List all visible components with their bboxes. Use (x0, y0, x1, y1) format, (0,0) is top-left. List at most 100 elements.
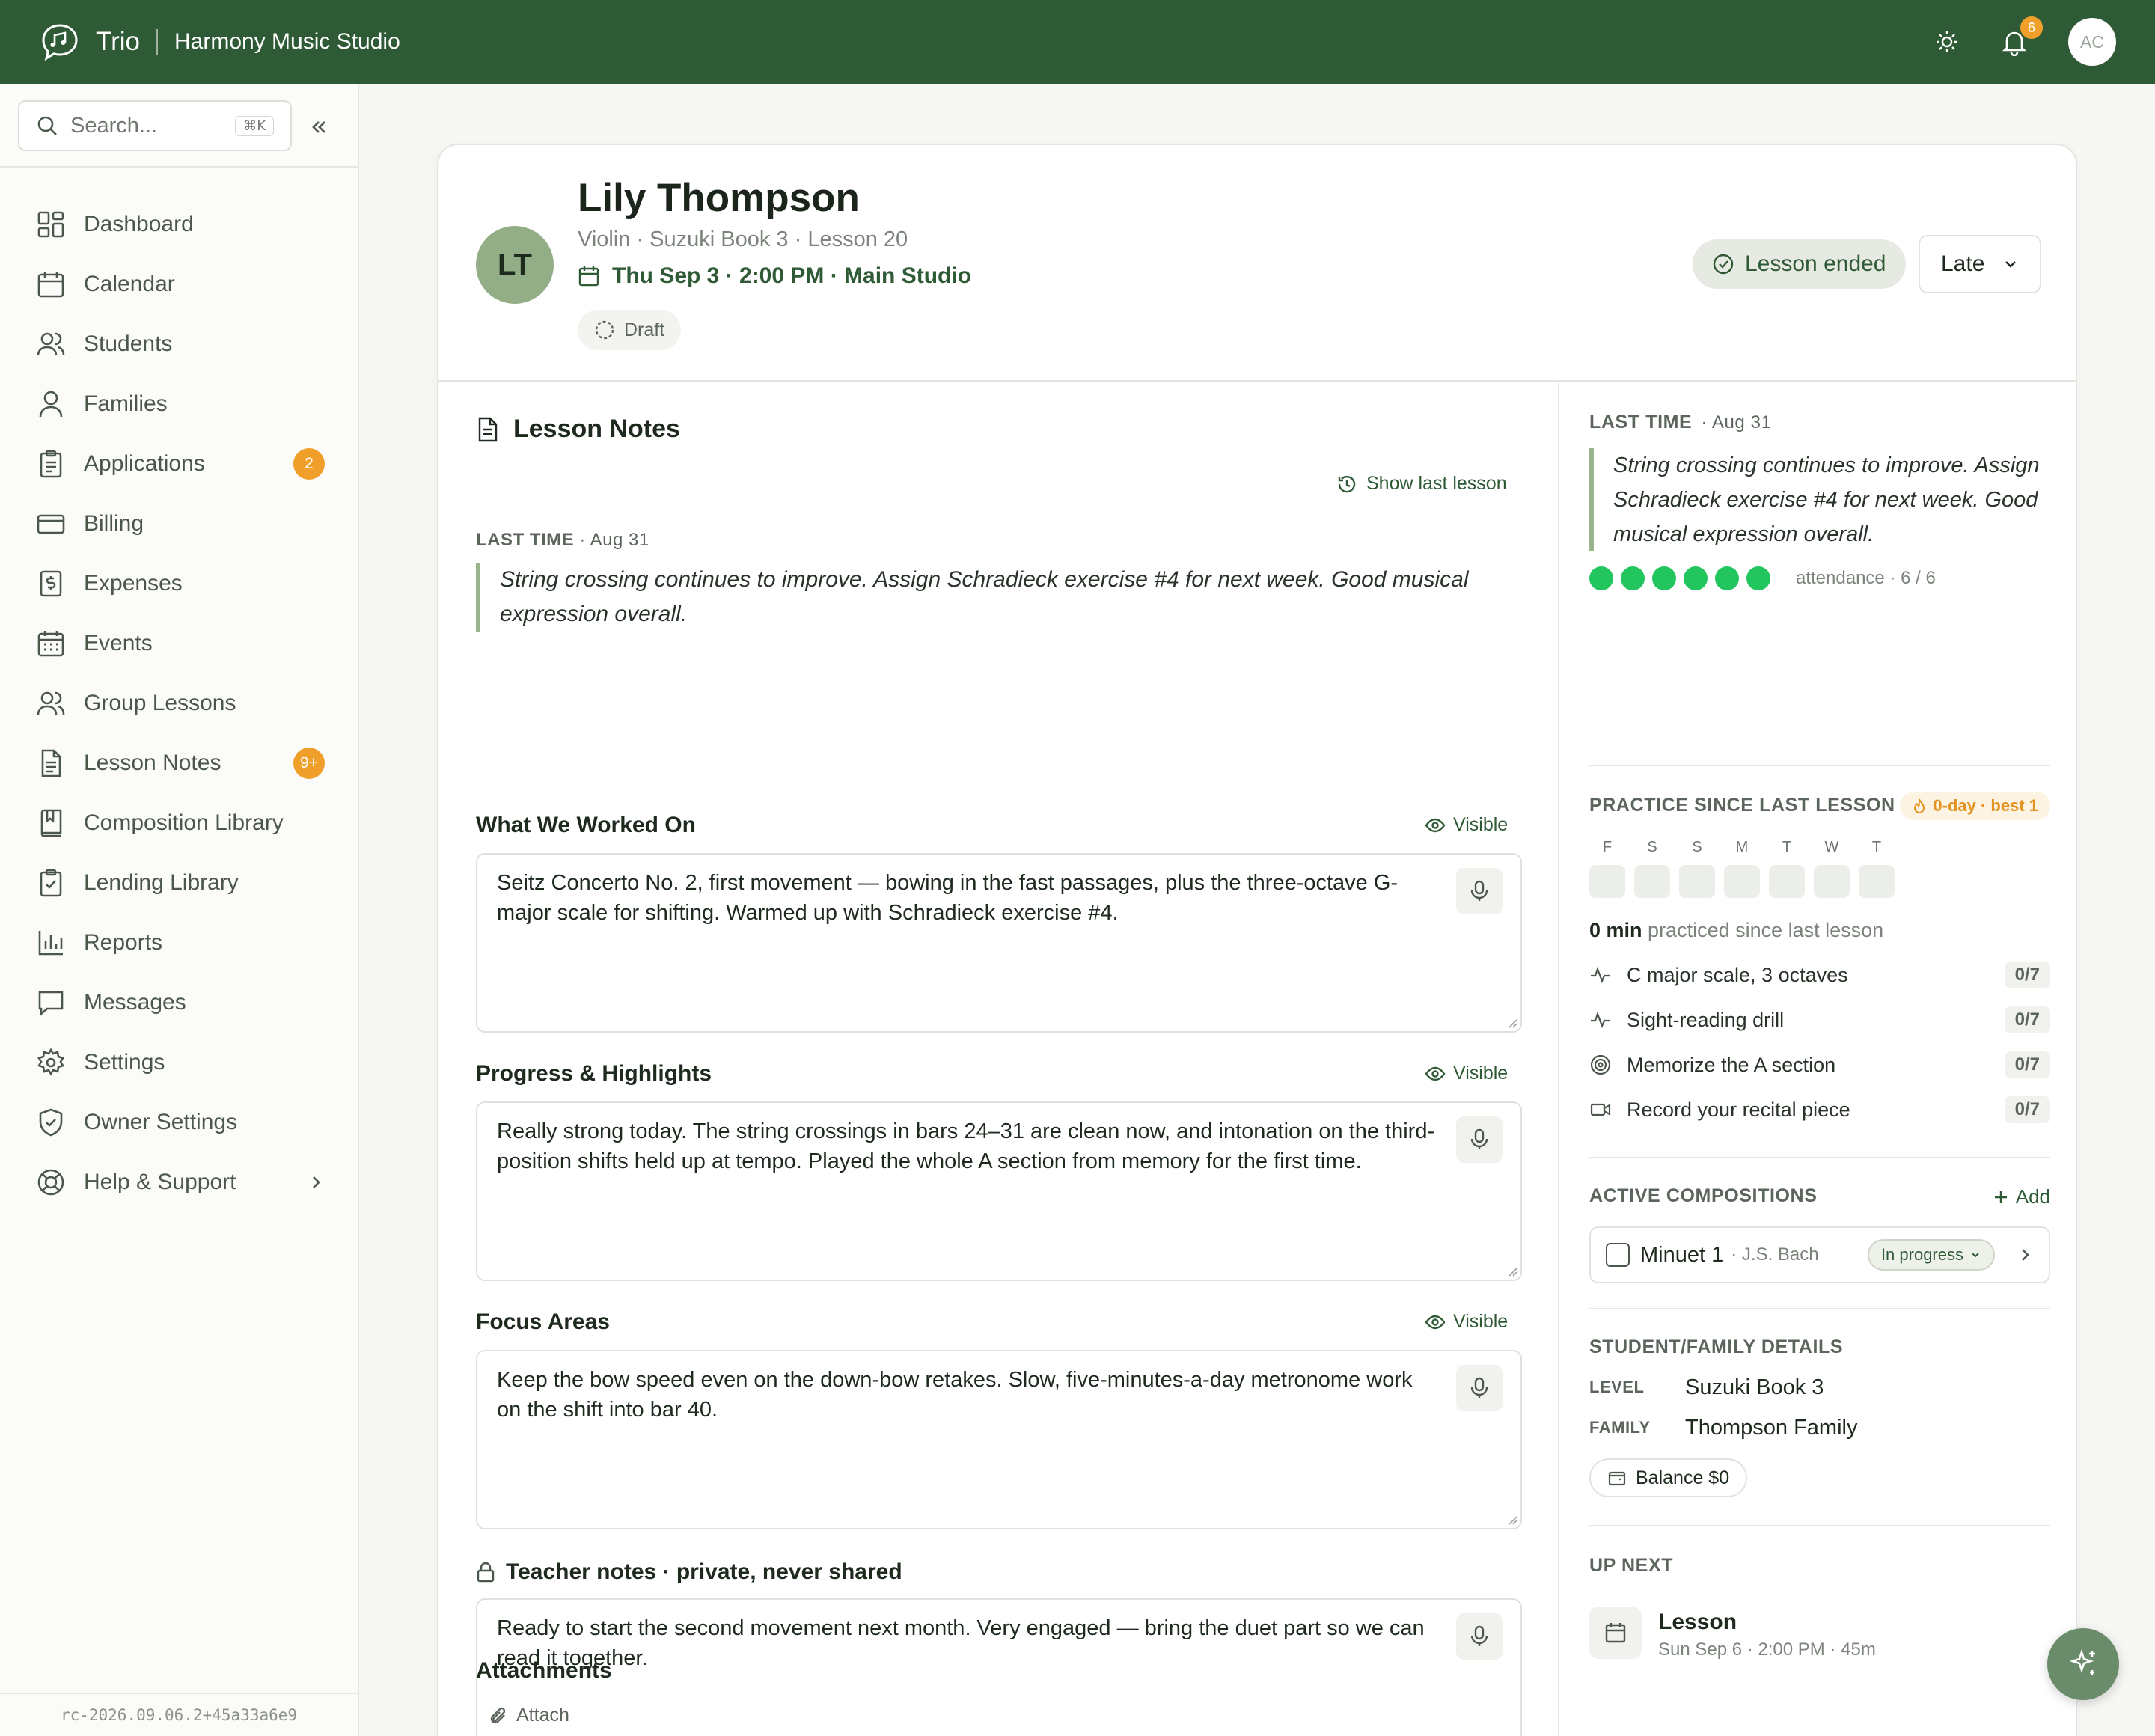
microphone-icon[interactable] (1456, 1116, 1503, 1163)
assignment-row[interactable]: Memorize the A section 0/7 (1589, 1042, 2050, 1087)
sidebar-item-group-lessons[interactable]: Group Lessons (0, 673, 358, 733)
studio-name[interactable]: Harmony Music Studio (174, 29, 400, 55)
lesson-notes-title: Lesson Notes (513, 415, 680, 443)
what-we-worked-on-textarea[interactable]: Seitz Concerto No. 2, first movement — b… (476, 853, 1522, 1033)
assignment-label: Sight-reading drill (1627, 1008, 1785, 1031)
ai-assistant-button[interactable] (2047, 1628, 2119, 1700)
sidebar-item-dashboard[interactable]: Dashboard (0, 195, 358, 254)
sidebar-item-composition-library[interactable]: Composition Library (0, 793, 358, 853)
composition-checkbox[interactable] (1606, 1243, 1630, 1267)
clipboard-check-icon (40, 869, 62, 897)
day-letter: T (1782, 839, 1792, 855)
activity-icon (1591, 1011, 1610, 1028)
last-time-heading: LAST TIME (476, 530, 575, 550)
paperclip-icon (490, 1707, 506, 1723)
focus-areas-textarea[interactable]: Keep the bow speed even on the down-bow … (476, 1350, 1522, 1529)
attendance-dot (1652, 566, 1676, 590)
sidebar-item-label: Lesson Notes (84, 751, 221, 775)
active-compositions-heading: ACTIVE COMPOSITIONS (1589, 1185, 1818, 1206)
trio-logo-icon[interactable] (39, 21, 81, 63)
user-avatar[interactable]: AC (2068, 18, 2116, 66)
search-icon (37, 116, 57, 135)
brand-name[interactable]: Trio (96, 27, 140, 57)
users-icon (37, 332, 65, 356)
sidebar-item-lending-library[interactable]: Lending Library (0, 853, 358, 913)
sidebar-item-label: Settings (84, 1050, 165, 1075)
show-last-lesson-button[interactable]: Show last lesson (1336, 473, 1507, 495)
chevron-right-icon[interactable] (2016, 1246, 2034, 1264)
visible-toggle[interactable]: Visible (1425, 814, 1508, 836)
assignment-count: 0/7 (2004, 962, 2050, 988)
up-next-heading: UP NEXT (1589, 1555, 1674, 1576)
calendar-icon (37, 272, 64, 298)
draft-label: Draft (624, 319, 665, 340)
sidebar-item-calendar[interactable]: Calendar (0, 254, 358, 314)
microphone-icon[interactable] (1456, 868, 1503, 914)
attach-button[interactable]: Attach (488, 1705, 569, 1726)
composition-row[interactable]: Minuet 1 · J.S. Bach In progress (1589, 1226, 2050, 1283)
practiced-text: practiced since last lesson (1648, 919, 1884, 941)
resize-handle-icon[interactable] (1506, 1265, 1517, 1277)
sidebar-item-applications[interactable]: Applications 2 (0, 434, 358, 494)
lesson-datetime-text: Thu Sep 3 · 2:00 PM · Main Studio (612, 263, 972, 288)
sidebar-item-families[interactable]: Families (0, 374, 358, 434)
sidebar-item-billing[interactable]: Billing (0, 494, 358, 554)
assignment-row[interactable]: Record your recital piece 0/7 (1589, 1087, 2050, 1132)
eye-icon (1425, 818, 1446, 832)
flame-icon (1914, 798, 1925, 813)
resize-handle-icon[interactable] (1506, 1513, 1517, 1525)
theme-toggle-sun-icon[interactable] (1931, 25, 1963, 58)
student-family-details-section: STUDENT/FAMILY DETAILS LEVEL Suzuki Book… (1589, 1336, 2050, 1497)
sidebar-item-messages[interactable]: Messages (0, 973, 358, 1033)
attendance-dot (1746, 566, 1770, 590)
add-composition-button[interactable]: Add (1992, 1185, 2050, 1208)
search-input[interactable]: Search... ⌘K (18, 100, 292, 151)
lock-icon (477, 1562, 495, 1583)
resize-handle-icon[interactable] (1506, 1016, 1517, 1028)
lesson-datetime[interactable]: Thu Sep 3 · 2:00 PM · Main Studio (578, 263, 971, 289)
family-value[interactable]: Thompson Family (1685, 1416, 1857, 1440)
receipt-icon (40, 570, 62, 597)
level-value: Suzuki Book 3 (1685, 1375, 1824, 1399)
attendance-dot (1715, 566, 1739, 590)
practice-day: T (1769, 839, 1805, 898)
sidebar-item-owner-settings[interactable]: Owner Settings (0, 1092, 358, 1152)
teacher-notes-textarea[interactable]: Ready to start the second movement next … (476, 1598, 1522, 1736)
progress-highlights-textarea[interactable]: Really strong today. The string crossing… (476, 1101, 1522, 1281)
composition-status-select[interactable]: In progress (1867, 1239, 1995, 1271)
assignment-row[interactable]: Sight-reading drill 0/7 (1589, 997, 2050, 1042)
student-name[interactable]: Lily Thompson (578, 175, 860, 221)
microphone-icon[interactable] (1456, 1365, 1503, 1411)
practice-week: F S S M T W T (1589, 839, 2050, 898)
attendance-select[interactable]: Late (1919, 235, 2041, 293)
microphone-icon[interactable] (1456, 1613, 1503, 1660)
visible-toggle[interactable]: Visible (1425, 1311, 1508, 1333)
clipboard-icon (40, 450, 62, 478)
sidebar-item-events[interactable]: Events (0, 614, 358, 673)
day-cell (1634, 865, 1670, 898)
next-lesson-item[interactable]: Lesson Sun Sep 6 · 2:00 PM · 45m (1589, 1607, 2050, 1660)
lesson-notes-panel: Lesson Notes Show last lesson LAST TIME … (438, 383, 1558, 1736)
divider (1589, 1308, 2050, 1309)
day-cell (1724, 865, 1760, 898)
practice-day: M (1724, 839, 1760, 898)
sidebar-item-label: Students (84, 331, 173, 356)
next-lesson-time: Sun Sep 6 · 2:00 PM · 45m (1658, 1639, 1876, 1660)
chevron-down-icon (2005, 261, 2016, 268)
sidebar-item-students[interactable]: Students (0, 314, 358, 374)
sidebar-item-lesson-notes[interactable]: Lesson Notes 9+ (0, 733, 358, 793)
assignment-row[interactable]: C major scale, 3 octaves 0/7 (1589, 953, 2050, 997)
notifications-bell-icon[interactable]: 6 (1998, 16, 2043, 58)
balance-badge[interactable]: Balance $0 (1589, 1458, 1748, 1497)
collapse-sidebar-icon[interactable] (302, 111, 335, 144)
sidebar-item-settings[interactable]: Settings (0, 1033, 358, 1092)
app-version: rc-2026.09.06.2+45a33a6e9 (0, 1693, 358, 1736)
composition-title: Minuet 1 (1640, 1242, 1724, 1267)
search-placeholder[interactable]: Search... (70, 114, 157, 138)
sidebar-item-label: Applications (84, 451, 205, 476)
sidebar-item-expenses[interactable]: Expenses (0, 554, 358, 614)
sidebar-item-help-support[interactable]: Help & Support (0, 1152, 358, 1212)
visible-toggle[interactable]: Visible (1425, 1063, 1508, 1084)
sidebar-item-reports[interactable]: Reports (0, 913, 358, 973)
practice-day: S (1634, 839, 1670, 898)
